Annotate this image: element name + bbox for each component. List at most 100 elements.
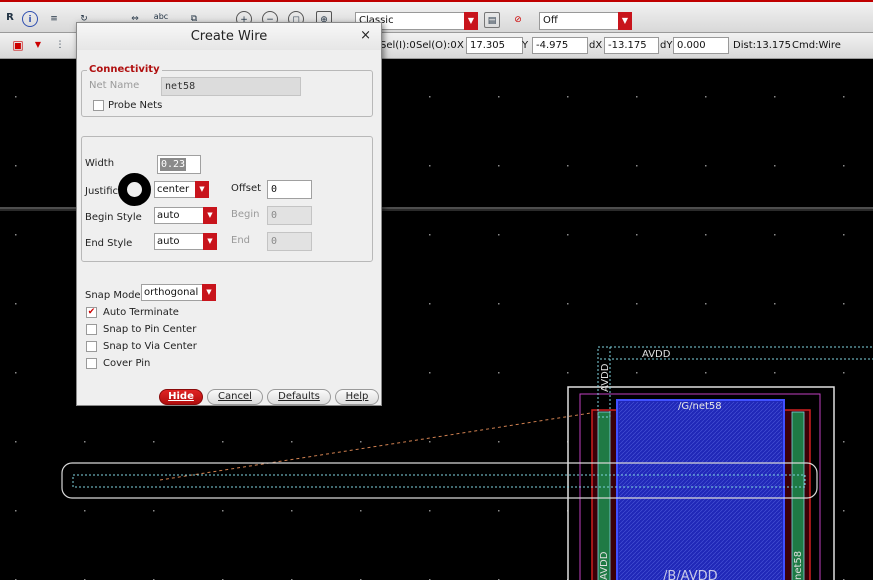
grid-dot xyxy=(567,165,569,167)
grid-dot xyxy=(636,303,638,305)
grid-dot xyxy=(567,303,569,305)
label-b-avdd: /B/AVDD xyxy=(663,569,718,580)
option-value: Off xyxy=(543,15,558,26)
grid-dot xyxy=(291,441,293,443)
grid-dot xyxy=(15,372,17,374)
grid-dot xyxy=(291,510,293,512)
y-field[interactable]: -4.975 xyxy=(532,37,588,54)
defaults-button[interactable]: Defaults xyxy=(267,389,331,405)
info-icon[interactable]: i xyxy=(22,11,38,27)
close-icon[interactable]: × xyxy=(360,28,371,43)
cover-pin-checkbox[interactable] xyxy=(86,358,97,369)
snap-mode-select[interactable]: orthogonal ▼ xyxy=(141,284,216,301)
hide-button[interactable]: Hide xyxy=(159,389,203,405)
chevron-down-icon: ▼ xyxy=(203,233,217,250)
width-label: Width xyxy=(85,158,115,169)
grid-dot xyxy=(843,510,845,512)
grid-dot xyxy=(705,234,707,236)
auto-terminate-checkbox[interactable]: ✔ xyxy=(86,307,97,318)
option-select[interactable]: Off ▼ xyxy=(539,12,632,30)
grid-dot xyxy=(498,372,500,374)
grid-dot xyxy=(15,510,17,512)
grid-dot xyxy=(636,372,638,374)
y-label: Y xyxy=(522,40,529,51)
snap-pin-center-checkbox[interactable] xyxy=(86,324,97,335)
align-icon[interactable]: ≡ xyxy=(46,11,62,27)
sel-i-count: Sel(I):0 xyxy=(380,40,416,51)
dy-label: dY xyxy=(660,40,673,51)
grid-dot xyxy=(498,441,500,443)
grid-dot xyxy=(498,510,500,512)
snap-pin-center-label: Snap to Pin Center xyxy=(103,324,197,335)
begin-style-value: auto xyxy=(157,210,180,221)
x-label: X xyxy=(457,40,464,51)
grid-dot xyxy=(498,165,500,167)
grid-dot xyxy=(774,372,776,374)
label-g-net58: /G/net58 xyxy=(678,401,722,412)
probe-nets-checkbox[interactable] xyxy=(93,100,104,111)
dx-label: dX xyxy=(589,40,603,51)
cursor-ring-icon xyxy=(118,173,151,206)
layout-r-icon[interactable]: R xyxy=(2,10,18,26)
label-avdd-top: AVDD xyxy=(642,349,671,360)
grid-dot xyxy=(843,234,845,236)
auto-terminate-label: Auto Terminate xyxy=(103,307,179,318)
dropdown-arrow-icon[interactable]: ▼ xyxy=(30,37,46,53)
help-button[interactable]: Help xyxy=(335,389,379,405)
dx-field[interactable]: -13.175 xyxy=(604,37,659,54)
grid-dot xyxy=(636,165,638,167)
snap-via-center-checkbox[interactable] xyxy=(86,341,97,352)
chevron-down-icon: ▼ xyxy=(195,181,209,198)
grid-dot xyxy=(429,234,431,236)
layer-select-icon[interactable]: ▣ xyxy=(10,37,26,53)
grid-dot xyxy=(15,303,17,305)
grid-dot xyxy=(498,303,500,305)
grid-dot xyxy=(84,441,86,443)
grid-dot xyxy=(636,96,638,98)
grid-dot xyxy=(429,441,431,443)
dy-field[interactable]: 0.000 xyxy=(673,37,729,54)
chevron-down-icon: ▼ xyxy=(202,284,216,301)
grid-dot xyxy=(360,510,362,512)
end-field[interactable]: 0 xyxy=(267,232,312,251)
cancel-button[interactable]: Cancel xyxy=(207,389,263,405)
justification-select[interactable]: center ▼ xyxy=(154,181,209,198)
grid-dot xyxy=(153,510,155,512)
grid-dot xyxy=(774,165,776,167)
offset-label: Offset xyxy=(231,183,262,194)
grid-dot xyxy=(222,510,224,512)
grid-dot xyxy=(15,96,17,98)
snap-mode-value: orthogonal xyxy=(144,287,199,298)
grid-dot xyxy=(360,441,362,443)
chevron-down-icon: ▼ xyxy=(203,207,217,224)
sel-o-count: Sel(O):0 xyxy=(416,40,457,51)
grid-dot xyxy=(567,234,569,236)
end-style-value: auto xyxy=(157,236,180,247)
end-style-select[interactable]: auto ▼ xyxy=(154,233,217,250)
begin-style-select[interactable]: auto ▼ xyxy=(154,207,217,224)
label-avdd-vertical: AVDD xyxy=(600,363,611,392)
net-name-field[interactable]: net58 xyxy=(161,77,301,96)
offset-field[interactable]: 0 xyxy=(267,180,312,199)
begin-field[interactable]: 0 xyxy=(267,206,312,225)
grid-dot xyxy=(774,96,776,98)
grid-dot xyxy=(15,234,17,236)
separator-icon: ⋮ xyxy=(55,40,65,50)
begin-label: Begin xyxy=(231,209,260,220)
chevron-down-icon: ▼ xyxy=(464,12,478,30)
probe-nets-label: Probe Nets xyxy=(108,100,163,111)
command-readout: Cmd:Wire xyxy=(792,40,841,51)
grid-dot xyxy=(843,165,845,167)
grid-dot xyxy=(15,441,17,443)
end-label: End xyxy=(231,235,251,246)
grid-dot xyxy=(843,96,845,98)
palette-icon[interactable]: ▤ xyxy=(484,12,500,28)
chevron-down-icon: ▼ xyxy=(618,12,632,30)
grid-dot xyxy=(705,303,707,305)
x-field[interactable]: 17.305 xyxy=(466,37,523,54)
cover-pin-label: Cover Pin xyxy=(103,358,151,369)
grid-dot xyxy=(843,372,845,374)
undo-icon[interactable]: ⊘ xyxy=(510,12,526,28)
grid-dot xyxy=(429,372,431,374)
grid-dot xyxy=(636,234,638,236)
